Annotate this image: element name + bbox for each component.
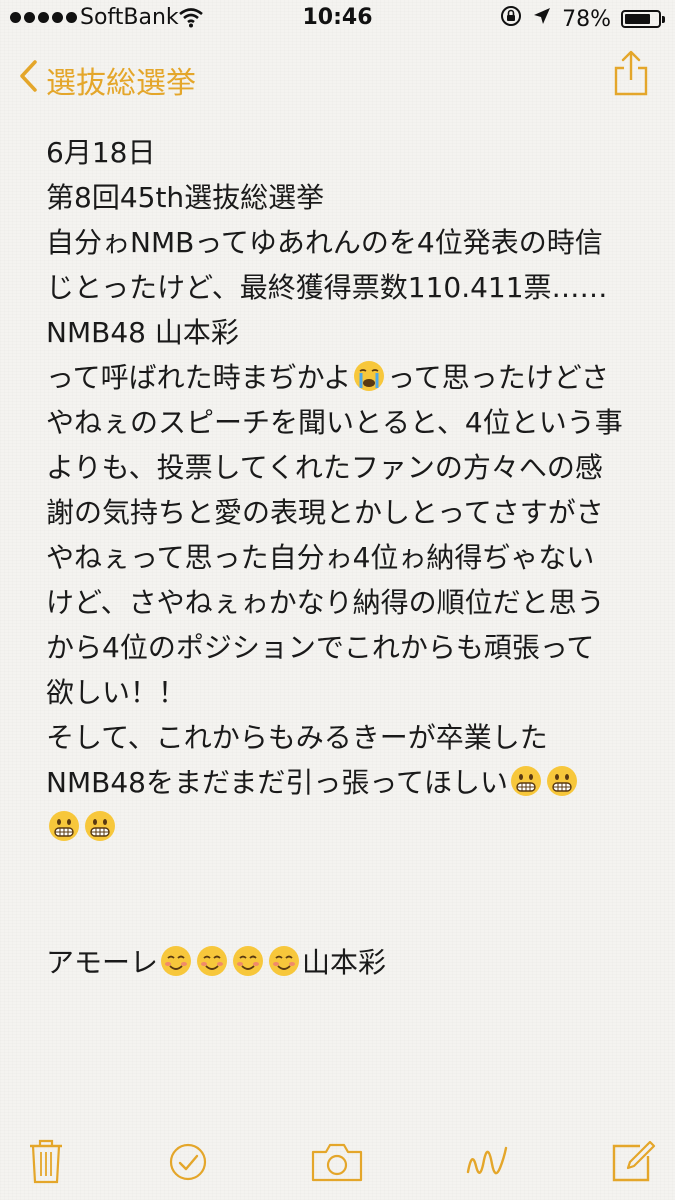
battery-icon	[621, 10, 665, 28]
note-line: けど、さやねぇゎかなり納得の順位だと思う	[46, 586, 605, 619]
note-line: 謝の気持ちと愛の表現とかしとってさすがさ	[46, 496, 604, 529]
orientation-lock-icon	[500, 5, 522, 33]
note-line: 6月18日	[46, 136, 156, 169]
crying-face-emoji	[354, 361, 385, 391]
battery-percentage: 78%	[562, 6, 611, 32]
back-button-label: 選抜総選挙	[46, 66, 196, 101]
note-line: NMB48 山本彩	[46, 316, 239, 349]
share-icon	[613, 50, 649, 100]
delete-note-button[interactable]	[26, 1136, 66, 1190]
note-line: から4位のポジションでこれからも頑張って	[46, 631, 595, 664]
note-line: やねぇって思った自分ゎ4位ゎ納得ぢゃない	[46, 541, 595, 574]
note-body[interactable]: 6月18日 第8回45th選抜総選挙 自分ゎNMBってゆあれんのを4位発表の時信…	[46, 130, 646, 985]
note-line: アモーレ 山本彩	[46, 946, 387, 979]
note-blank-line	[46, 850, 646, 940]
note-line: 欲しい！！	[46, 676, 187, 709]
navigation-bar: 選抜総選挙	[0, 38, 675, 112]
back-button[interactable]: 選抜総選挙	[18, 58, 196, 102]
location-arrow-icon	[532, 6, 552, 32]
checkmark-icon	[166, 1143, 210, 1190]
note-line: NMB48をまだまだ引っ張ってほしい	[46, 760, 646, 805]
grimacing-face-emoji	[546, 766, 577, 796]
note-line: 自分ゎNMBってゆあれんのを4位発表の時信	[46, 226, 603, 259]
smiling-face-emoji	[197, 946, 228, 976]
bottom-toolbar	[0, 1130, 675, 1200]
smiling-face-emoji	[161, 946, 192, 976]
chevron-left-icon	[18, 59, 38, 101]
checklist-button[interactable]	[166, 1136, 210, 1190]
share-button[interactable]	[613, 50, 649, 100]
note-line	[46, 805, 646, 850]
grimacing-face-emoji	[49, 811, 79, 841]
trash-icon	[26, 1139, 66, 1190]
compose-icon	[610, 1140, 656, 1190]
add-photo-button[interactable]	[310, 1136, 364, 1190]
note-line: よりも、投票してくれたファンの方々への感	[46, 451, 603, 484]
note-line: じとったけど、最終獲得票数110.411票……	[46, 271, 608, 304]
note-line: 第8回45th選抜総選挙	[46, 181, 325, 214]
status-bar: SoftBank 10:46 78%	[0, 0, 675, 38]
sketch-icon	[464, 1146, 510, 1190]
grimacing-face-emoji	[85, 811, 115, 841]
note-line: そして、これからもみるきーが卒業した	[46, 721, 548, 754]
note-line: やねぇのスピーチを聞いとると、4位という事	[46, 406, 623, 439]
grimacing-face-emoji	[510, 766, 541, 796]
battery-level-fill	[625, 14, 650, 24]
camera-icon	[310, 1143, 364, 1190]
smiling-face-emoji	[233, 946, 264, 976]
smiling-face-emoji	[269, 946, 300, 976]
sketch-button[interactable]	[464, 1136, 510, 1190]
compose-new-note-button[interactable]	[610, 1136, 656, 1190]
note-line: って呼ばれた時まぢかよ って思ったけどさ	[46, 361, 609, 394]
